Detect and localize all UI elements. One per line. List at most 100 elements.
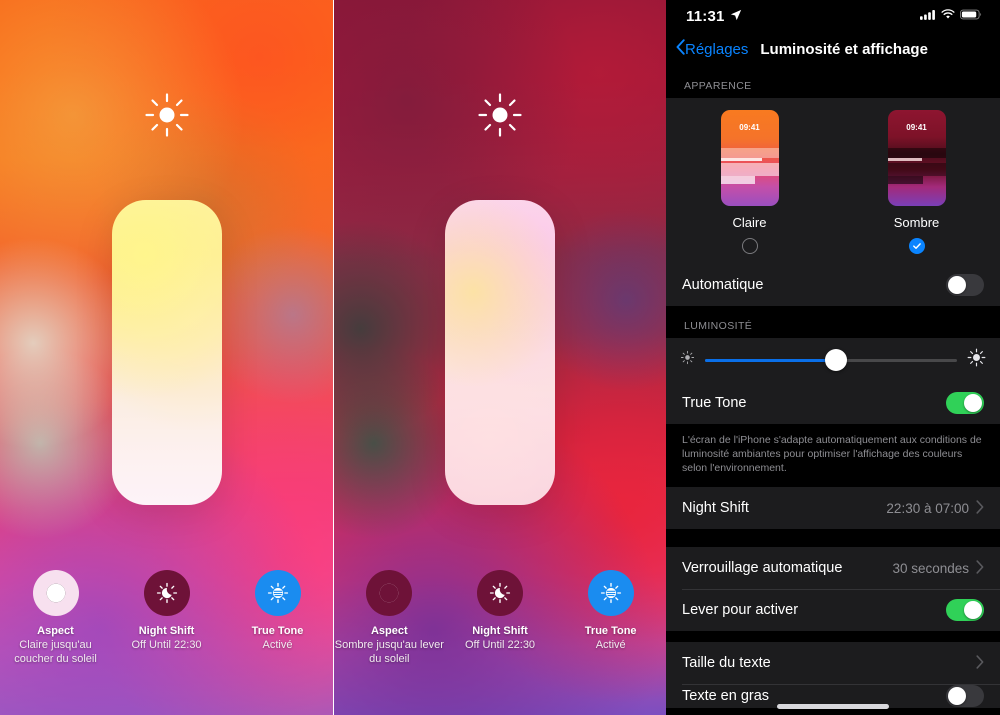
settings-panel: 11:31 Réglages Luminosité et affichage A…	[666, 0, 1000, 715]
section-gap	[666, 631, 1000, 642]
battery-icon	[960, 7, 982, 25]
brightness-track[interactable]	[705, 349, 957, 371]
night-shift-button-title: Night Shift	[472, 625, 528, 637]
appearance-option-dark[interactable]: 09:41 Sombre	[833, 110, 1000, 254]
appearance-option-label-dark: Sombre	[893, 215, 940, 230]
night-shift-button[interactable]: Night Shift Off Until 22:30	[111, 560, 222, 715]
night-shift-group: Night Shift 22:30 à 07:00	[666, 487, 1000, 529]
toggle-knob	[948, 687, 966, 705]
appearance-button[interactable]: Aspect Sombre jusqu'au lever du soleil	[334, 560, 445, 715]
appearance-section-header: APPARENCE	[684, 80, 752, 92]
brightness-track-fill	[705, 358, 837, 362]
page-title: Luminosité et affichage	[760, 40, 928, 58]
raise-to-wake-label: Lever pour activer	[682, 602, 799, 618]
night-shift-button-title: Night Shift	[138, 625, 195, 637]
brightness-low-icon	[680, 350, 695, 370]
control-center-buttons-dark: Aspect Sombre jusqu'au lever du soleil N…	[334, 560, 666, 715]
true-tone-button[interactable]: True Tone Activé	[555, 560, 666, 715]
true-tone-button-subtitle: Activé	[262, 639, 293, 651]
row-true-tone[interactable]: True Tone	[666, 382, 1000, 424]
appearance-button-subtitle: Claire jusqu'au coucher du soleil	[14, 639, 97, 665]
sun-icon	[477, 92, 523, 138]
back-button-label: Réglages	[685, 40, 749, 58]
night-shift-icon	[477, 570, 523, 616]
appearance-button-subtitle: Sombre jusqu'au lever du soleil	[334, 639, 444, 665]
true-tone-button-title: True Tone	[251, 625, 304, 637]
night-shift-value: 22:30 à 07:00	[886, 500, 969, 516]
appearance-section: 09:41 Claire 09:41 Sombre	[666, 98, 1000, 264]
bold-text-toggle[interactable]	[946, 685, 984, 707]
appearance-option-light[interactable]: 09:41 Claire	[666, 110, 833, 254]
navigation-bar: Réglages Luminosité et affichage	[666, 32, 1000, 66]
true-tone-button-title: True Tone	[584, 625, 637, 637]
appearance-radio-light[interactable]	[741, 238, 758, 254]
row-raise-to-wake[interactable]: Lever pour activer	[666, 589, 1000, 631]
chevron-left-icon	[676, 39, 685, 59]
lock-group: Verrouillage automatique 30 secondes Lev…	[666, 547, 1000, 631]
night-shift-label: Night Shift	[682, 500, 749, 516]
wifi-icon	[941, 7, 955, 25]
bold-text-label: Texte en gras	[682, 688, 770, 704]
control-center-buttons-light: Aspect Claire jusqu'au coucher du soleil	[0, 560, 333, 715]
cellular-signal-icon	[920, 7, 936, 25]
row-night-shift[interactable]: Night Shift 22:30 à 07:00	[666, 487, 1000, 529]
night-shift-icon	[143, 570, 190, 616]
automatic-label: Automatique	[682, 277, 764, 293]
appearance-thumbnail-dark: 09:41	[887, 110, 946, 206]
toggle-knob	[964, 601, 982, 619]
auto-lock-value: 30 secondes	[892, 560, 969, 576]
row-text-size[interactable]: Taille du texte	[666, 642, 1000, 684]
status-bar: 11:31	[666, 0, 1000, 32]
home-indicator	[777, 704, 889, 709]
chevron-right-icon	[976, 559, 984, 577]
control-center-light-panel: Aspect Claire jusqu'au coucher du soleil	[0, 0, 333, 715]
location-arrow-icon	[730, 8, 742, 25]
brightness-slider-row[interactable]	[666, 338, 1000, 382]
chevron-right-icon	[976, 654, 984, 672]
appearance-radio-dark[interactable]	[908, 238, 925, 254]
text-group: Taille du texte Texte en gras	[666, 642, 1000, 708]
brightness-thumb[interactable]	[825, 349, 848, 371]
back-button[interactable]: Réglages	[676, 39, 748, 59]
toggle-knob	[964, 394, 982, 412]
status-bar-time: 11:31	[686, 7, 725, 25]
appearance-thumbnail-time: 09:41	[906, 123, 927, 132]
appearance-options: 09:41 Claire 09:41 Sombre	[666, 110, 1000, 254]
screenshot-root: Aspect Claire jusqu'au coucher du soleil	[0, 0, 1000, 715]
night-shift-button[interactable]: Night Shift Off Until 22:30	[445, 560, 556, 715]
status-bar-indicators	[920, 7, 982, 25]
true-tone-toggle[interactable]	[946, 392, 984, 414]
chevron-right-icon	[976, 499, 984, 517]
text-size-label: Taille du texte	[682, 655, 771, 671]
brightness-high-icon	[967, 348, 986, 372]
true-tone-label: True Tone	[682, 395, 747, 411]
control-center-dark-panel: Aspect Sombre jusqu'au lever du soleil N…	[333, 0, 666, 715]
night-shift-button-subtitle: Off Until 22:30	[131, 639, 202, 651]
row-automatic[interactable]: Automatique	[666, 264, 1000, 306]
brightness-slider[interactable]	[445, 200, 555, 505]
appearance-thumbnail-time: 09:41	[739, 123, 760, 132]
status-bar-time-group: 11:31	[686, 8, 742, 25]
appearance-button[interactable]: Aspect Claire jusqu'au coucher du soleil	[0, 560, 111, 715]
appearance-contrast-icon	[366, 570, 413, 616]
automatic-group: Automatique	[666, 264, 1000, 306]
row-auto-lock[interactable]: Verrouillage automatique 30 secondes	[666, 547, 1000, 589]
appearance-button-title: Aspect	[370, 625, 408, 637]
raise-to-wake-toggle[interactable]	[946, 599, 984, 621]
brightness-slider[interactable]	[111, 200, 222, 505]
appearance-button-title: Aspect	[37, 625, 74, 637]
appearance-contrast-icon	[32, 570, 79, 616]
brightness-section-header: LUMINOSITÉ	[684, 320, 753, 332]
automatic-toggle[interactable]	[946, 274, 984, 296]
section-gap	[666, 529, 1000, 547]
auto-lock-label: Verrouillage automatique	[682, 560, 843, 576]
night-shift-button-subtitle: Off Until 22:30	[464, 639, 536, 651]
true-tone-group: True Tone	[666, 382, 1000, 424]
true-tone-button[interactable]: True Tone Activé	[222, 560, 333, 715]
sun-icon	[144, 92, 190, 138]
true-tone-footnote: L'écran de l'iPhone s'adapte automatique…	[682, 434, 982, 474]
appearance-option-label-light: Claire	[732, 215, 767, 230]
true-tone-icon	[254, 570, 301, 616]
appearance-thumbnail-light: 09:41	[720, 110, 779, 206]
true-tone-button-subtitle: Activé	[595, 639, 626, 651]
